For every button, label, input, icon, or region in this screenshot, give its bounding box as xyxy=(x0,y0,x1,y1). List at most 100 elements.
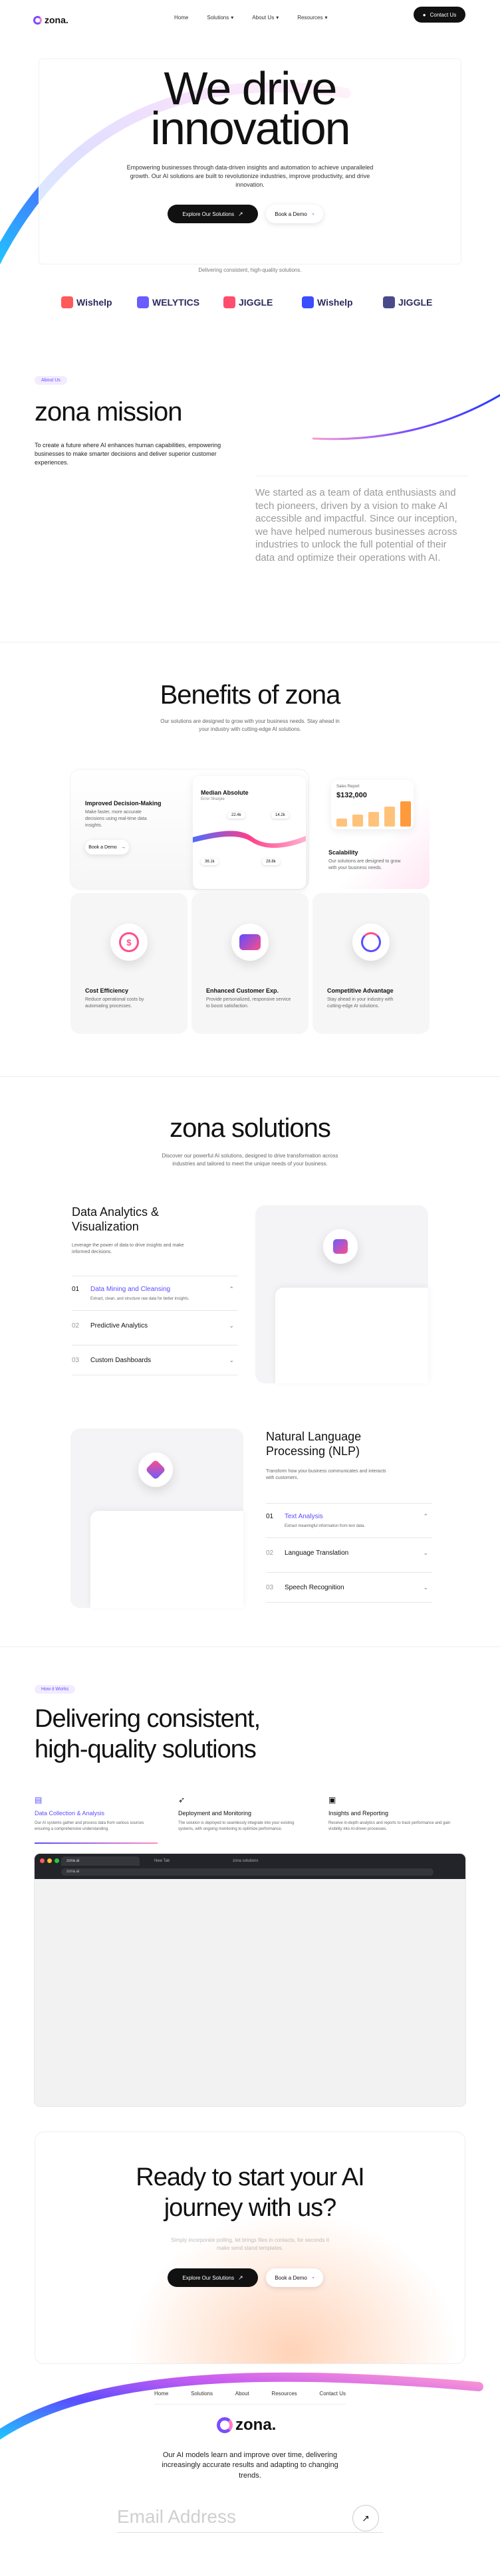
browser-tab[interactable]: zona solutions xyxy=(227,1856,301,1866)
target-icon xyxy=(352,924,390,961)
how-badge: How it Works xyxy=(35,1685,76,1694)
explore-label: Explore Our Solutions xyxy=(182,211,235,217)
cta-demo-button[interactable]: Book a Demo ◔ xyxy=(266,2268,323,2287)
section-divider xyxy=(0,642,500,643)
scalability-title: Scalability xyxy=(328,849,358,856)
block2-visual xyxy=(70,1429,243,1608)
footer-logo[interactable]: zona. xyxy=(217,2416,276,2434)
accordion-item-text-analysis[interactable]: 01 Text Analysis ⌃ Extract meaningful in… xyxy=(266,1503,432,1534)
nav-link-label: Home xyxy=(174,15,189,21)
footer-link-contact[interactable]: Contact Us xyxy=(319,2391,346,2397)
url-text: zona.ai xyxy=(66,1870,80,1874)
cta-title-line2: journey with us? xyxy=(164,2194,337,2222)
customer-exp-card: Enhanced Customer Exp. Provide personali… xyxy=(191,893,309,1034)
median-tag: 36.1k xyxy=(201,858,219,865)
maximize-dot-icon[interactable] xyxy=(55,1858,59,1863)
chevron-down-icon: ⌄ xyxy=(423,1549,428,1556)
calendar-icon: ◔ xyxy=(311,211,314,217)
section-divider xyxy=(0,1076,500,1077)
nav-link-solutions[interactable]: Solutions ▾ xyxy=(207,15,233,21)
database-icon: ▤ xyxy=(35,1795,43,1805)
jiggle-icon xyxy=(223,296,235,308)
cta-explore-button[interactable]: Explore Our Solutions ↗ xyxy=(168,2268,258,2287)
about-badge: About Us xyxy=(35,376,67,385)
nav-logo[interactable]: zona. xyxy=(33,15,68,25)
accordion-item-speech[interactable]: 03 Speech Recognition ⌄ xyxy=(266,1572,432,1603)
decision-demo-button[interactable]: Book a Demo → xyxy=(85,840,129,854)
decision-demo-label: Book a Demo xyxy=(88,844,117,850)
email-field[interactable]: ↗ xyxy=(117,2504,383,2533)
brand-name: JIGGLE xyxy=(239,297,273,308)
nav-link-about[interactable]: About Us ▾ xyxy=(252,15,279,21)
block1-desc: Leverage the power of data to drive insi… xyxy=(72,1243,184,1255)
trust-line: Delivering consistent, high-quality solu… xyxy=(198,267,302,273)
contact-us-button[interactable]: ● Contact Us xyxy=(414,7,465,23)
accordion-item-translation[interactable]: 02 Language Translation ⌄ xyxy=(266,1537,432,1568)
median-chart-card: Median Absolute Error Sharpie 22.4k 14.2… xyxy=(193,776,306,889)
step-deployment[interactable]: ➶ Deployment and Monitoring The solution… xyxy=(178,1795,311,1832)
brand-logo-wishelp: Wishelp xyxy=(61,296,112,308)
sales-report-widget: Sales Report $132,000 xyxy=(331,780,414,829)
chevron-up-icon: ⌃ xyxy=(229,1286,234,1292)
scalability-desc: Our solutions are designed to grow with … xyxy=(328,859,401,871)
item-num: 02 xyxy=(266,1549,274,1557)
hero-title-line2: innovation xyxy=(150,102,350,154)
sales-report-label: Sales Report xyxy=(336,785,360,789)
footer-link-resources[interactable]: Resources xyxy=(271,2391,297,2397)
block1-mock-panel xyxy=(275,1288,428,1383)
section-divider xyxy=(0,1646,500,1647)
step-insights[interactable]: ▣ Insights and Reporting Receive in-dept… xyxy=(328,1795,461,1832)
nav-link-resources[interactable]: Resources ▾ xyxy=(297,15,327,21)
decision-title: Improved Decision-Making xyxy=(85,800,162,807)
tab-label: zona solutions xyxy=(233,1859,259,1863)
cta-title-line1: Ready to start your AI xyxy=(136,2163,364,2191)
submit-arrow-button[interactable]: ↗ xyxy=(352,2505,379,2531)
address-bar[interactable]: zona.ai xyxy=(61,1868,434,1876)
arrow-up-right-icon: ↗ xyxy=(238,210,243,217)
chevron-up-icon: ⌃ xyxy=(423,1513,428,1520)
cost-efficiency-card: $ Cost Efficiency Reduce operational cos… xyxy=(70,893,188,1034)
how-title-line2: high-quality solutions xyxy=(35,1735,257,1763)
nav-link-home[interactable]: Home xyxy=(174,15,188,21)
brand-name: JIGGLE xyxy=(398,297,433,308)
item-num: 01 xyxy=(266,1513,274,1520)
block1-visual xyxy=(255,1205,428,1383)
mission-lead: To create a future where AI enhances hum… xyxy=(35,442,221,466)
scalability-card: Sales Report $132,000 Scalability Our so… xyxy=(312,769,430,889)
minimize-dot-icon[interactable] xyxy=(47,1858,52,1863)
accordion-item-predictive[interactable]: 02 Predictive Analytics ⌄ xyxy=(72,1310,238,1341)
book-demo-button[interactable]: Book a Demo ◔ xyxy=(266,205,323,223)
contact-us-label: Contact Us xyxy=(430,11,457,18)
wishelp-icon xyxy=(61,296,73,308)
median-badge: 14.2k xyxy=(271,812,289,819)
item-num: 03 xyxy=(266,1583,274,1591)
item-desc: Extract meaningful information from text… xyxy=(285,1524,366,1528)
calendar-icon: ◔ xyxy=(311,2274,314,2281)
footer-link-solutions[interactable]: Solutions xyxy=(191,2391,213,2397)
arrow-up-right-icon: ↗ xyxy=(362,2512,370,2524)
chevron-down-icon: ⌄ xyxy=(229,1356,234,1363)
browser-tab-active[interactable]: zona ai xyxy=(61,1856,140,1866)
brand-name: Wishelp xyxy=(76,297,112,308)
card-desc: Stay ahead in your industry with cutting… xyxy=(327,997,394,1009)
browser-tab[interactable]: New Tab xyxy=(149,1856,222,1866)
browser-chrome: zona ai New Tab zona solutions zona.ai xyxy=(35,1854,465,1879)
email-input[interactable] xyxy=(117,2504,336,2530)
explore-solutions-button[interactable]: Explore Our Solutions ↗ xyxy=(168,205,258,223)
accordion-item-dashboards[interactable]: 03 Custom Dashboards ⌄ xyxy=(72,1345,238,1375)
footer-link-home[interactable]: Home xyxy=(154,2391,168,2397)
step-progress xyxy=(35,1842,158,1844)
card-title: Competitive Advantage xyxy=(327,987,394,994)
accordion-item-data-mining[interactable]: 01 Data Mining and Cleansing ⌃ Extract, … xyxy=(72,1276,238,1306)
step-data-collection[interactable]: ▤ Data Collection & Analysis Our AI syst… xyxy=(35,1795,168,1844)
footer-link-about[interactable]: About xyxy=(235,2391,249,2397)
sales-bar xyxy=(352,815,363,827)
how-title-line1: Delivering consistent, xyxy=(35,1705,261,1733)
arrow-right-icon: → xyxy=(120,844,126,850)
block2-title: Natural Language Processing (NLP) xyxy=(266,1430,362,1458)
close-dot-icon[interactable] xyxy=(40,1858,45,1863)
block1-title: Data Analytics & Visualization xyxy=(72,1205,160,1233)
nav-links: Home Solutions ▾ About Us ▾ Resources ▾ xyxy=(174,15,327,21)
sales-report-value: $132,000 xyxy=(336,791,367,799)
browser-mockup: zona ai New Tab zona solutions zona.ai xyxy=(35,1854,465,2106)
